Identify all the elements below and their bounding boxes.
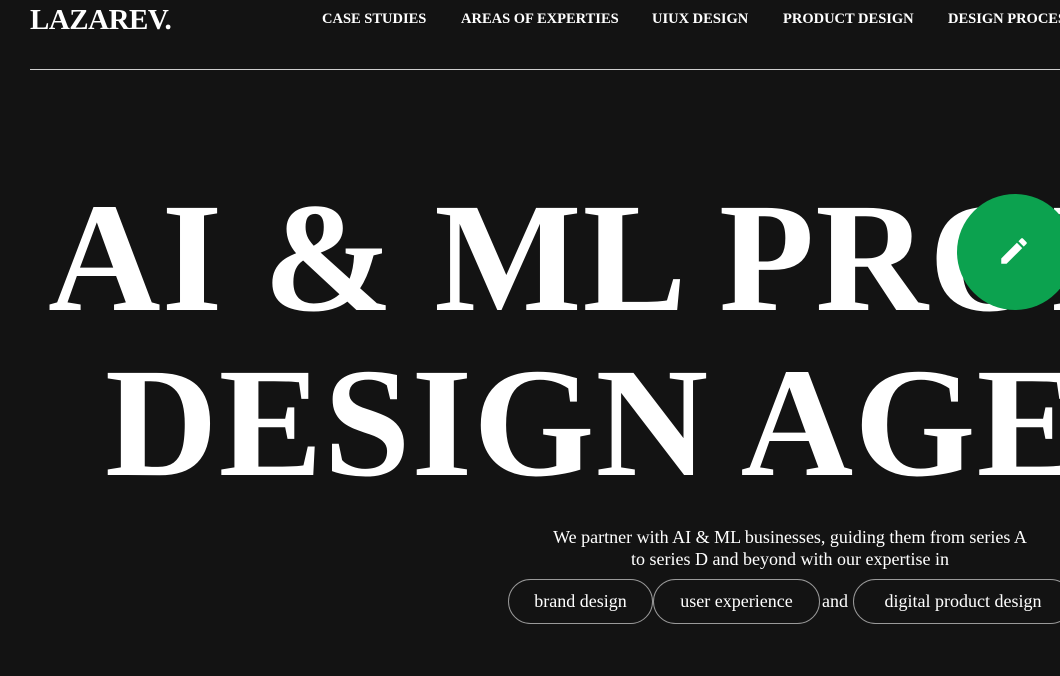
hero-line-1: AI & ML PRODUCT [48, 171, 1060, 344]
nav-product-design[interactable]: PRODUCT DESIGN [783, 10, 914, 28]
tagline-line-1: We partner with AI & ML businesses, guid… [553, 527, 1027, 547]
conjunction-text: and [822, 591, 848, 611]
service-pill-digital-product-design[interactable]: digital product design [853, 579, 1060, 624]
landing-page: LAZAREV. CASE STUDIES AREAS OF EXPERTIES… [0, 0, 1060, 676]
intro-tagline: We partner with AI & ML businesses, guid… [520, 526, 1060, 570]
tagline-line-2: to series D and beyond with our expertis… [631, 549, 949, 569]
nav-areas-of-expertise[interactable]: AREAS OF EXPERTIES [461, 10, 619, 28]
pencil-icon [1001, 238, 1027, 264]
nav-case-studies[interactable]: CASE STUDIES [322, 10, 426, 28]
header-divider [30, 69, 1060, 70]
service-pill-brand-design[interactable]: brand design [508, 579, 653, 624]
nav-uiux-design[interactable]: UIUX DESIGN [652, 10, 748, 28]
hero-line-2: DESIGN AGENCY [105, 336, 1060, 509]
nav-design-process[interactable]: DESIGN PROCESS [948, 10, 1060, 28]
service-pill-user-experience[interactable]: user experience [653, 579, 820, 624]
main-nav: CASE STUDIES AREAS OF EXPERTIES UIUX DES… [0, 10, 1060, 30]
